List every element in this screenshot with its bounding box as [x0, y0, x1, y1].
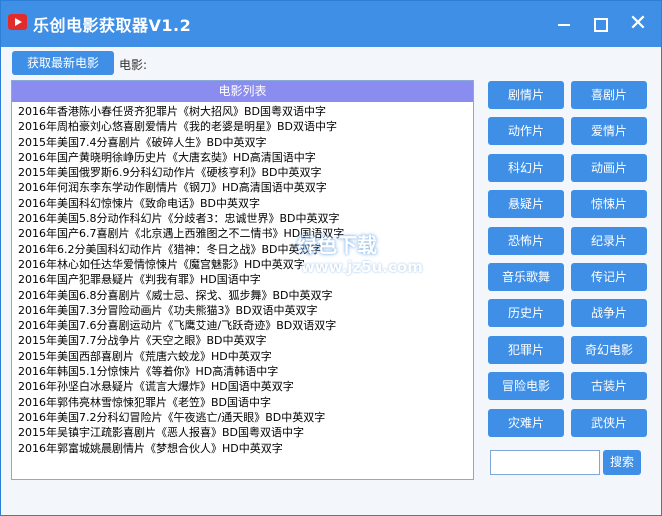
category-button[interactable]: 古装片 — [571, 372, 647, 401]
category-button[interactable]: 战争片 — [571, 299, 647, 328]
title-bar[interactable]: 乐创电影获取器V1.2 ✕ — [1, 1, 661, 47]
category-button[interactable]: 传记片 — [571, 263, 647, 291]
category-button[interactable]: 历史片 — [488, 299, 564, 328]
category-button[interactable]: 悬疑片 — [488, 190, 564, 219]
category-button[interactable]: 动作片 — [488, 117, 564, 146]
list-item[interactable]: 2016年6.2分美国科幻动作片《猎神：冬日之战》BD中英双字 — [18, 242, 473, 257]
movie-list[interactable]: 电影列表 2016年香港陈小春任贤齐犯罪片《树大招风》BD国粤双语中字 2016年… — [11, 80, 474, 480]
category-button[interactable]: 科幻片 — [488, 153, 564, 182]
category-button[interactable]: 武侠片 — [571, 408, 647, 437]
category-button[interactable]: 爱情片 — [571, 117, 647, 146]
list-item[interactable]: 2016年美国7.3分冒险动画片《功夫熊猫3》BD双语中英双字 — [18, 303, 473, 318]
close-icon[interactable]: ✕ — [625, 11, 651, 37]
category-button[interactable]: 犯罪片 — [488, 335, 564, 364]
list-item[interactable]: 2016年孙坚白冰悬疑片《谎言大爆炸》HD国语中英双字 — [18, 379, 473, 394]
list-item[interactable]: 2016年美国5.8分动作科幻片《分歧者3：忠诚世界》BD中英双字 — [18, 211, 473, 226]
list-item[interactable]: 2016年国产黄晓明徐峥历史片《大唐玄奘》HD高清国语中字 — [18, 150, 473, 165]
category-button[interactable]: 奇幻电影 — [571, 335, 647, 364]
app-logo-icon — [8, 14, 27, 30]
list-item[interactable]: 2016年周柏豪刘心悠喜剧爱情片《我的老婆是明星》BD双语中字 — [18, 119, 473, 134]
list-item[interactable]: 2016年何润东李东学动作剧情片《钢刀》HD高清国语中英双字 — [18, 180, 473, 195]
list-item[interactable]: 2016年美国科幻惊悚片《致命电话》BD中英双字 — [18, 196, 473, 211]
category-button[interactable]: 恐怖片 — [488, 226, 564, 255]
app-title: 乐创电影获取器V1.2 — [33, 16, 192, 35]
category-button[interactable]: 纪录片 — [571, 226, 647, 255]
category-button[interactable]: 喜剧片 — [571, 81, 647, 109]
list-item[interactable]: 2016年郭伟亮林雪惊悚犯罪片《老笠》BD国语中字 — [18, 395, 473, 410]
app-window: 乐创电影获取器V1.2 ✕ 获取最新电影 电影: 电影列表 2016年香港陈小春… — [0, 0, 662, 516]
maximize-icon[interactable] — [587, 11, 613, 37]
list-item[interactable]: 2016年郭富城姚晨剧情片《梦想合伙人》HD中英双字 — [18, 441, 473, 456]
list-item[interactable]: 2015年吴镇宇江疏影喜剧片《恶人报喜》BD国粤双语中字 — [18, 425, 473, 440]
list-item[interactable]: 2016年国产6.7喜剧片《北京遇上西雅图之不二情书》HD国语双字 — [18, 226, 473, 241]
category-button[interactable]: 音乐歌舞 — [488, 263, 564, 291]
category-button[interactable]: 动画片 — [571, 153, 647, 182]
watermark-url: www.jz5u.com — [301, 258, 423, 276]
list-header: 电影列表 — [12, 81, 473, 102]
category-button[interactable]: 冒险电影 — [488, 372, 564, 401]
search-input[interactable] — [490, 450, 600, 475]
category-button[interactable]: 惊悚片 — [571, 190, 647, 219]
list-item[interactable]: 2016年美国7.2分科幻冒险片《午夜逃亡/通天眼》BD中英双字 — [18, 410, 473, 425]
list-item[interactable]: 2016年韩国5.1分惊悚片《等着你》HD高清韩语中字 — [18, 364, 473, 379]
list-item[interactable]: 2015年美国西部喜剧片《荒唐六蛟龙》HD中英双字 — [18, 349, 473, 364]
list-item[interactable]: 2016年美国7.6分喜剧运动片《飞鹰艾迪/飞跃奇迹》BD双语双字 — [18, 318, 473, 333]
minimize-icon[interactable] — [551, 11, 577, 37]
list-item[interactable]: 2015年美国7.7分战争片《天空之眼》BD中英双字 — [18, 333, 473, 348]
list-body: 2016年香港陈小春任贤齐犯罪片《树大招风》BD国粤双语中字 2016年周柏豪刘心… — [12, 102, 473, 456]
list-item[interactable]: 2016年香港陈小春任贤齐犯罪片《树大招风》BD国粤双语中字 — [18, 104, 473, 119]
list-item[interactable]: 2015年美国俄罗斯6.9分科幻动作片《硬核亨利》BD中英双字 — [18, 165, 473, 180]
list-item[interactable]: 2015年美国7.4分喜剧片《破碎人生》BD中英双字 — [18, 135, 473, 150]
watermark-text: 绿色下载 — [297, 233, 377, 257]
search-button[interactable]: 搜索 — [603, 450, 641, 475]
category-button[interactable]: 灾难片 — [488, 408, 564, 437]
list-item[interactable]: 2016年美国6.8分喜剧片《威士忌、探戈、狐步舞》BD中英双字 — [18, 288, 473, 303]
movie-label: 电影: — [119, 58, 148, 72]
fetch-latest-button[interactable]: 获取最新电影 — [12, 51, 114, 75]
category-button[interactable]: 剧情片 — [488, 81, 564, 109]
